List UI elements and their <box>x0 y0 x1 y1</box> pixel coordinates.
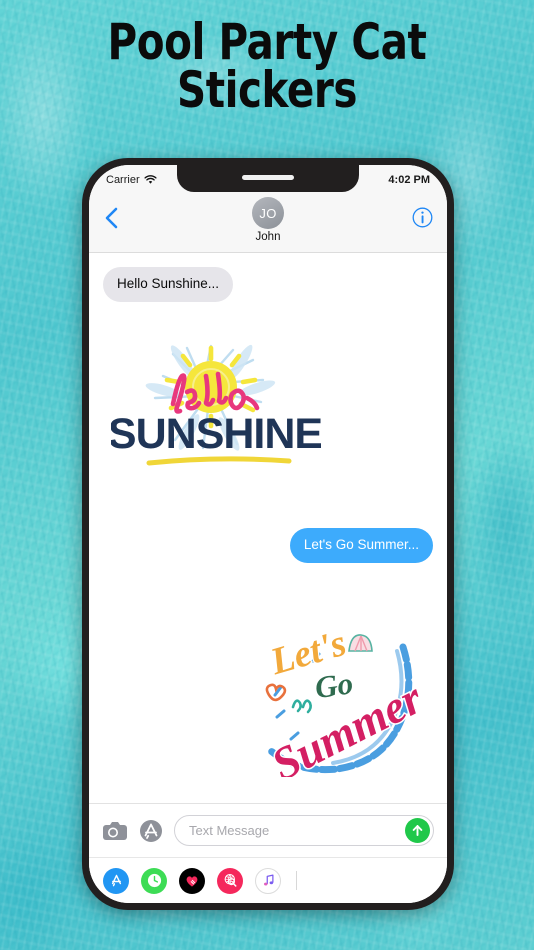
app-store-icon <box>111 874 121 887</box>
drawer-divider <box>296 871 297 890</box>
camera-icon[interactable] <box>102 820 128 842</box>
sticker-row-outgoing: Let's Go Summer <box>103 611 433 777</box>
message-input-bar: Text Message <box>89 803 447 857</box>
message-bubble-outgoing[interactable]: Let's Go Summer... <box>289 527 433 563</box>
wifi-icon <box>144 175 157 184</box>
phone-notch <box>177 165 359 192</box>
drawer-digital-touch-button[interactable] <box>179 867 205 894</box>
carrier-status: Carrier <box>106 174 157 186</box>
page-title-line-1: Pool Party Cat <box>107 13 427 71</box>
sticker-row-incoming: SUNSHINE <box>103 332 433 480</box>
navigation-bar: JO John <box>89 195 447 253</box>
earpiece-speaker <box>242 175 294 180</box>
drawer-recents-button[interactable] <box>141 867 167 894</box>
message-bubble-incoming[interactable]: Hello Sunshine... <box>103 267 234 302</box>
globe-search-icon <box>224 874 236 887</box>
avatar[interactable]: JO <box>252 197 284 229</box>
contact-name: John <box>255 231 281 243</box>
status-bar-time: 4:02 PM <box>388 174 430 186</box>
phone-mockup: Carrier 4:02 PM JO John Hello Sunshine..… <box>82 158 454 910</box>
message-row-incoming: Hello Sunshine... <box>103 267 433 302</box>
clock-icon <box>147 873 161 888</box>
lets-go-summer-sticker[interactable]: Let's Go Summer <box>253 611 421 777</box>
contact-header[interactable]: JO John <box>252 197 284 243</box>
drawer-app-store-button[interactable] <box>103 867 129 894</box>
page-title: Pool Party Cat Stickers <box>27 13 508 119</box>
back-button[interactable] <box>102 206 122 230</box>
send-arrow-up-icon <box>412 825 423 836</box>
page-title-line-2: Stickers <box>176 61 358 119</box>
carrier-label: Carrier <box>106 174 140 186</box>
message-input-field[interactable]: Text Message <box>174 815 434 846</box>
music-note-icon <box>263 874 273 886</box>
info-circle-icon[interactable] <box>412 207 433 228</box>
hello-sunshine-sticker[interactable]: SUNSHINE <box>111 332 321 480</box>
message-list: Hello Sunshine... SUNSHINE Let's Go Summ… <box>89 253 447 803</box>
drawer-music-button[interactable] <box>255 867 281 894</box>
drawer-images-button[interactable] <box>217 867 243 894</box>
heart-icon <box>186 875 198 887</box>
phone-screen: Carrier 4:02 PM JO John Hello Sunshine..… <box>89 165 447 903</box>
message-input-placeholder: Text Message <box>189 823 270 838</box>
message-row-outgoing: Let's Go Summer... <box>103 527 433 563</box>
app-store-icon[interactable] <box>139 819 163 843</box>
svg-text:SUNSHINE: SUNSHINE <box>111 410 321 458</box>
svg-text:Go: Go <box>313 665 355 705</box>
imessage-app-drawer <box>89 857 447 903</box>
send-button[interactable] <box>405 818 430 843</box>
